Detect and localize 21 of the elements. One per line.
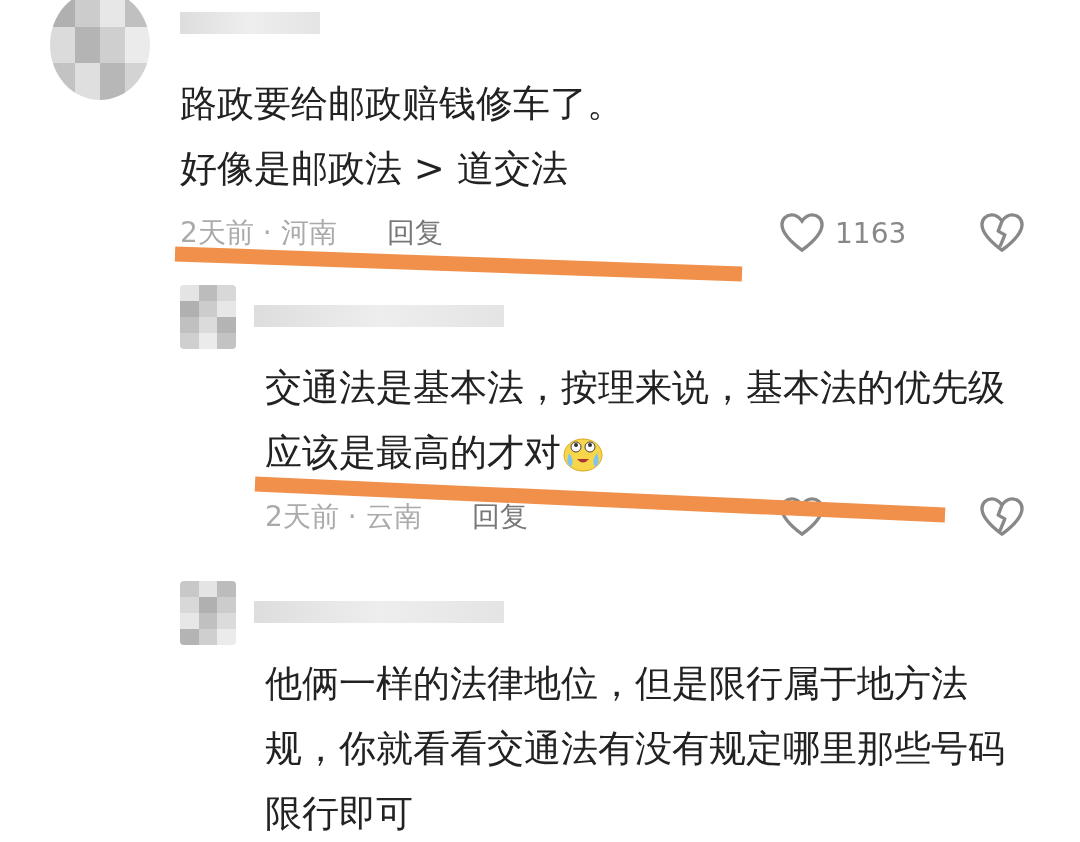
comment-text: 交通法是基本法，按理来说，基本法的优先级 (265, 365, 1006, 411)
time-location: 2天前 · 云南 (265, 499, 422, 535)
blurred-avatar[interactable] (50, 0, 150, 100)
blurred-avatar[interactable] (180, 285, 236, 349)
comment-text: 限行即可 (265, 791, 414, 837)
comment-text: 好像是邮政法 > 道交法 (180, 146, 569, 192)
time-location: 2天前 · 河南 (180, 215, 337, 251)
broken-heart-icon[interactable] (979, 496, 1025, 538)
blurred-username[interactable] (254, 601, 504, 623)
broken-heart-icon[interactable] (979, 212, 1025, 254)
reply-link[interactable]: 回复 (471, 498, 528, 536)
comment-text: 应该是最高的才对 (265, 430, 561, 476)
blurred-avatar[interactable] (180, 581, 236, 645)
comment-text: 路政要给邮政赔钱修车了。 (180, 81, 625, 127)
heart-icon[interactable] (779, 212, 825, 254)
comment-text: 他俩一样的法律地位，但是限行属于地方法 (265, 661, 969, 707)
blurred-username[interactable] (254, 305, 504, 327)
comment-text: 规，你就看看交通法有没有规定哪里那些号码 (265, 726, 1006, 772)
like-count: 1163 (835, 216, 907, 250)
blurred-username[interactable] (180, 12, 320, 34)
reply-link[interactable]: 回复 (386, 214, 443, 252)
